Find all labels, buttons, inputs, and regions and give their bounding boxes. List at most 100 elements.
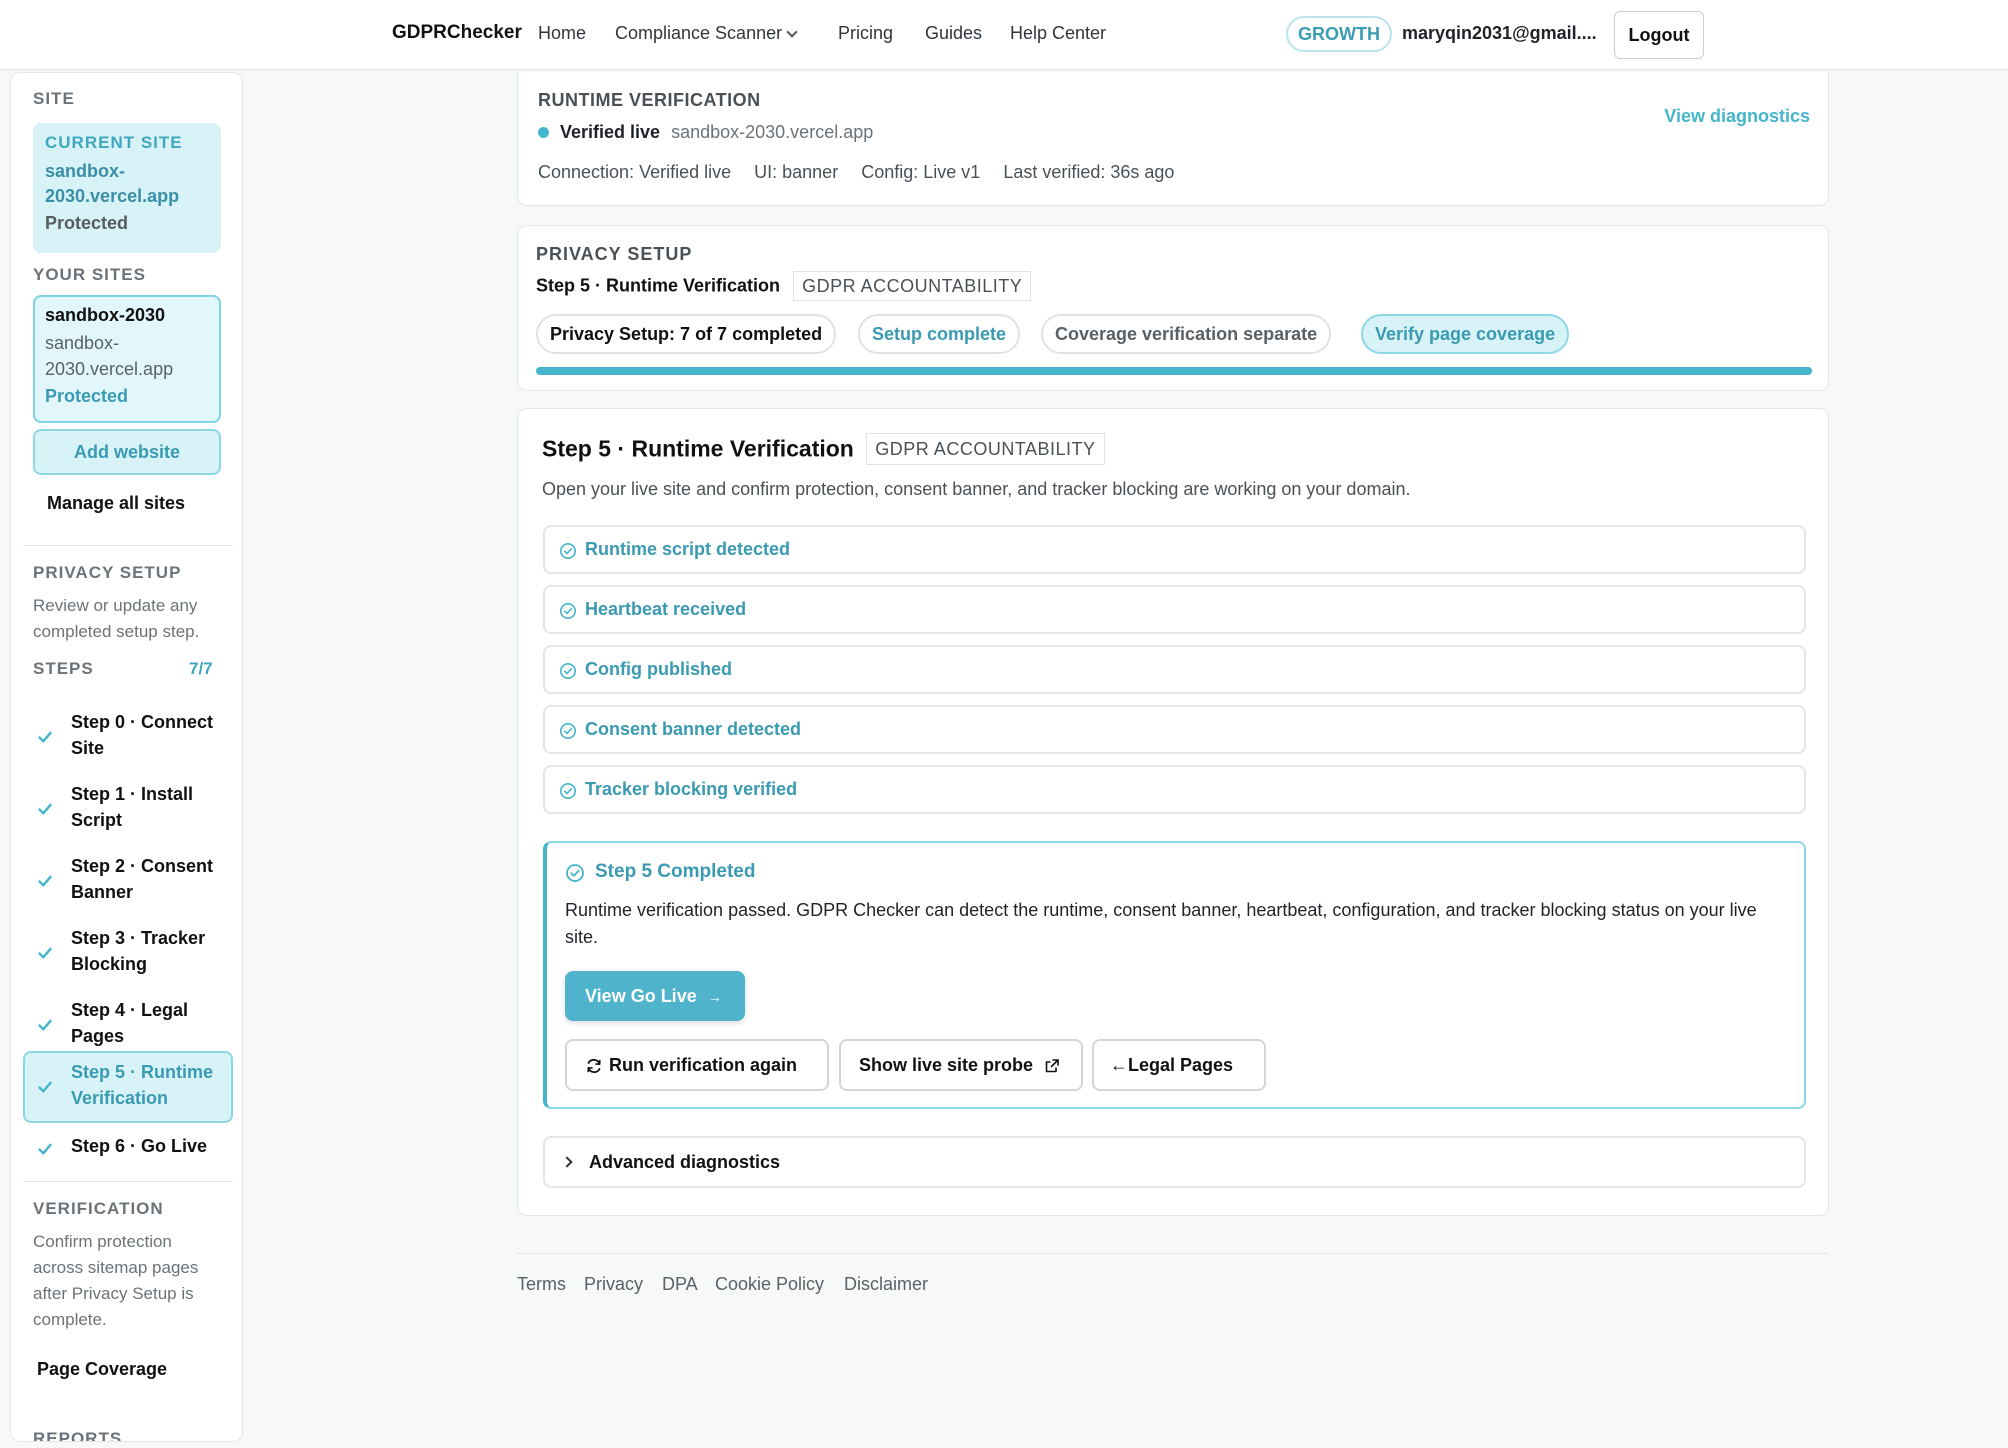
setup-complete-pill: Setup complete	[858, 314, 1021, 354]
nav-compliance-scanner-label: Compliance Scanner	[615, 23, 783, 43]
sidebar-step-label: Step 5 · Runtime Verification	[71, 1062, 214, 1108]
runtime-status: Verified live	[560, 122, 661, 142]
sidebar-step-item[interactable]: Step 5 · Runtime Verification	[23, 1051, 233, 1123]
sidebar-step-item[interactable]: Step 2 · Consent Banner	[23, 845, 233, 917]
footer-privacy-link[interactable]: Privacy	[584, 1274, 643, 1295]
view-go-live-label: View Go Live	[585, 986, 697, 1006]
verification-check-row[interactable]: Runtime script detected	[543, 525, 1806, 574]
steps-count: 7/7	[189, 659, 213, 678]
check-circle-icon	[559, 662, 577, 680]
footer-terms-link[interactable]: Terms	[517, 1274, 566, 1295]
verification-check-row[interactable]: Tracker blocking verified	[543, 765, 1806, 814]
verification-check-label: Heartbeat received	[585, 599, 747, 619]
run-verification-again-button[interactable]: Run verification again	[565, 1039, 829, 1091]
refresh-icon	[587, 1059, 601, 1074]
sidebar-step-item[interactable]: Step 6 · Go Live	[23, 1125, 233, 1175]
arrow-right-icon: →	[707, 989, 722, 1005]
runtime-connection: Connection: Verified live	[538, 162, 732, 182]
sidebar-step-item[interactable]: Step 3 · Tracker Blocking	[23, 917, 233, 989]
legal-pages-label: Legal Pages	[1128, 1055, 1234, 1075]
steps-heading: STEPS	[33, 659, 94, 678]
checkmark-icon	[38, 1081, 52, 1093]
logout-button[interactable]: Logout	[1614, 11, 1704, 59]
sidebar: SITE CURRENT SITE sandbox-2030.vercel.ap…	[10, 72, 243, 1442]
privacy-setup-step-line: Step 5 · Runtime Verification GDPR ACCOU…	[536, 271, 1032, 301]
checkmark-icon	[38, 1019, 52, 1031]
top-navigation: GDPRChecker Home Compliance Scanner Pric…	[0, 0, 2008, 70]
plan-badge: GROWTH	[1286, 16, 1392, 52]
step5-completed-text: Runtime verification passed. GDPR Checke…	[565, 900, 1757, 947]
gdpr-accountability-tag: GDPR ACCOUNTABILITY	[793, 271, 1032, 301]
nav-guides-link[interactable]: Guides	[925, 23, 982, 44]
verification-check-row[interactable]: Config published	[543, 645, 1806, 694]
nav-home-link[interactable]: Home	[538, 23, 586, 44]
runtime-last-verified: Last verified: 36s ago	[1003, 162, 1175, 182]
legal-pages-back-button[interactable]: ←Legal Pages	[1092, 1039, 1266, 1091]
current-site-status: Protected	[45, 213, 129, 233]
sidebar-step-label: Step 4 · Legal Pages	[71, 1000, 189, 1046]
check-circle-icon	[566, 864, 584, 882]
show-probe-label: Show live site probe	[859, 1055, 1034, 1075]
verify-page-coverage-button[interactable]: Verify page coverage	[1361, 314, 1570, 354]
site-entry-name: sandbox-2030	[45, 305, 166, 325]
checkmark-icon	[38, 947, 52, 959]
runtime-verification-title: RUNTIME VERIFICATION	[538, 90, 761, 110]
step5-completed-box: Step 5 Completed Runtime verification pa…	[543, 841, 1806, 1109]
privacy-setup-panel: PRIVACY SETUP Step 5 · Runtime Verificat…	[517, 225, 1829, 391]
brand-logo[interactable]: GDPRChecker	[392, 22, 522, 44]
checkmark-icon	[38, 1143, 52, 1155]
sidebar-step-item[interactable]: Step 0 · Connect Site	[23, 701, 233, 773]
add-website-button[interactable]: Add website	[33, 429, 221, 475]
user-email: maryqin2031@gmail....	[1402, 23, 1597, 43]
sidebar-step-label: Step 6 · Go Live	[71, 1136, 208, 1156]
checkmark-icon	[38, 875, 52, 887]
current-site-domain: sandbox-2030.vercel.app	[45, 161, 180, 206]
nav-compliance-scanner-link[interactable]: Compliance Scanner	[615, 23, 798, 44]
sidebar-step-label: Step 1 · Install Script	[71, 784, 194, 830]
sidebar-step-label: Step 2 · Consent Banner	[71, 856, 214, 902]
check-circle-icon	[559, 542, 577, 560]
nav-pricing-link[interactable]: Pricing	[838, 23, 893, 44]
verification-heading: VERIFICATION	[33, 1199, 164, 1218]
checkmark-icon	[38, 731, 52, 743]
nav-help-center-link[interactable]: Help Center	[1010, 23, 1106, 44]
manage-all-sites-link[interactable]: Manage all sites	[47, 493, 185, 514]
site-heading: SITE	[33, 89, 75, 108]
step5-completed-title: Step 5 Completed	[595, 861, 756, 882]
advanced-diagnostics-label: Advanced diagnostics	[589, 1152, 781, 1172]
arrow-left-icon: ←	[1110, 1055, 1128, 1075]
privacy-setup-heading: PRIVACY SETUP	[33, 563, 182, 582]
page-coverage-link[interactable]: Page Coverage	[37, 1359, 167, 1380]
footer-cookie-policy-link[interactable]: Cookie Policy	[715, 1274, 824, 1295]
verification-check-row[interactable]: Heartbeat received	[543, 585, 1806, 634]
sidebar-step-label: Step 0 · Connect Site	[71, 712, 214, 758]
runtime-meta: Connection: Verified live UI: banner Con…	[538, 162, 1174, 183]
step5-title: Step 5 · Runtime Verification	[542, 435, 854, 462]
privacy-setup-step-title: Step 5 · Runtime Verification	[536, 275, 781, 296]
sidebar-step-item[interactable]: Step 1 · Install Script	[23, 773, 233, 845]
setup-progress-bar	[536, 367, 1812, 375]
step5-description: Open your live site and confirm protecti…	[542, 479, 1411, 499]
verification-check-row[interactable]: Consent banner detected	[543, 705, 1806, 754]
sidebar-divider	[23, 545, 233, 546]
runtime-domain: sandbox-2030.vercel.app	[671, 122, 874, 142]
current-site-label: CURRENT SITE	[45, 133, 183, 152]
coverage-separate-pill: Coverage verification separate	[1041, 314, 1332, 354]
privacy-setup-panel-heading: PRIVACY SETUP	[536, 244, 693, 264]
advanced-diagnostics-toggle[interactable]: Advanced diagnostics	[543, 1136, 1806, 1188]
verification-check-label: Config published	[585, 659, 732, 679]
check-circle-icon	[559, 602, 577, 620]
view-diagnostics-link[interactable]: View diagnostics	[1664, 106, 1810, 127]
your-sites-heading: YOUR SITES	[33, 265, 146, 284]
current-site-card: CURRENT SITE sandbox-2030.vercel.app Pro…	[33, 123, 221, 253]
run-verification-label: Run verification again	[609, 1055, 798, 1075]
site-entry[interactable]: sandbox-2030 sandbox-2030.vercel.app Pro…	[33, 295, 221, 423]
footer-dpa-link[interactable]: DPA	[662, 1274, 698, 1295]
privacy-setup-text: Review or update any completed setup ste…	[33, 596, 200, 641]
view-go-live-button[interactable]: View Go Live →	[565, 971, 745, 1021]
reports-heading: REPORTS	[33, 1429, 123, 1442]
verification-check-label: Tracker blocking verified	[585, 779, 798, 799]
show-live-site-probe-button[interactable]: Show live site probe	[839, 1039, 1083, 1091]
footer-disclaimer-link[interactable]: Disclaimer	[844, 1274, 928, 1295]
sidebar-step-label: Step 3 · Tracker Blocking	[71, 928, 206, 974]
